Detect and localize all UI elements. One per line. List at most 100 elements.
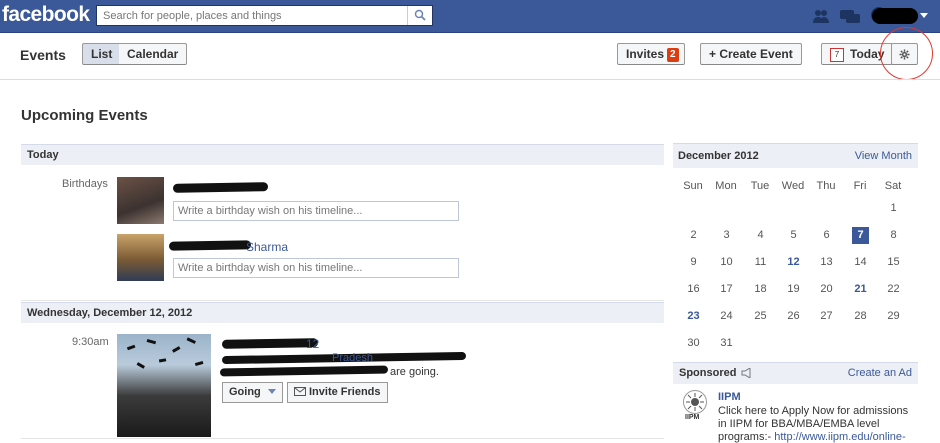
sponsored-header: Sponsored Create an Ad [673,362,918,384]
megaphone-icon [741,368,751,378]
calendar-day[interactable]: 29 [885,308,902,325]
redacted-friend-1-name[interactable] [172,182,269,193]
view-month-link[interactable]: View Month [855,150,912,162]
annotation-circle [880,27,933,80]
calendar-day[interactable]: 21 [852,281,869,298]
going-dropdown-button[interactable]: Going [222,382,283,403]
calendar-day[interactable]: 26 [785,308,802,325]
top-bar: facebook [0,0,940,33]
event-going-text: are going. [390,366,439,378]
going-label: Going [229,386,261,398]
event-title-tail[interactable]: 12 [306,337,319,351]
redacted-username[interactable] [872,8,918,24]
event-location-tail[interactable]: Pradesh [332,352,373,364]
invites-label: Invites [626,47,665,61]
bottom-separator [21,438,664,439]
today-section-header: Today [21,144,664,165]
calendar-day[interactable]: 10 [718,254,735,271]
invite-friends-label: Invite Friends [309,386,381,398]
facebook-logo[interactable]: facebook [2,3,90,27]
calendar-day[interactable]: 15 [885,254,902,271]
ad-body-line-1: Click here to Apply Now for admissions [718,405,909,417]
calendar-month-title: December 2012 [678,150,759,162]
birthdays-label: Birthdays [62,178,108,190]
weekday-header: Sat [884,180,902,192]
calendar-day[interactable]: 13 [818,254,835,271]
calendar-day[interactable]: 6 [818,227,835,244]
calendar-day[interactable]: 25 [752,308,769,325]
redacted-event-title[interactable] [221,338,319,349]
calendar-icon: 7 [830,48,844,62]
calendar-day[interactable]: 3 [718,227,735,244]
calendar-day[interactable]: 8 [885,227,902,244]
create-event-button[interactable]: + Create Event [700,43,802,65]
friend-1-photo[interactable] [117,177,164,224]
redacted-friend-2-name[interactable] [168,240,252,251]
friend-2-photo[interactable] [117,234,164,281]
ad-link[interactable]: http://www.iipm.edu/online- [774,431,905,443]
invites-button[interactable]: Invites 2 [617,43,685,65]
calendar-day[interactable]: 11 [752,254,769,271]
section-separator [21,300,664,301]
calendar-day[interactable]: 4 [752,227,769,244]
weekday-header: Mon [715,180,737,192]
event-time: 9:30am [72,336,109,348]
search-box[interactable] [96,5,433,26]
weekday-header: Wed [781,180,805,192]
page-title: Events [20,47,66,63]
calendar-day[interactable]: 28 [852,308,869,325]
invites-count-badge: 2 [667,48,679,62]
calendar-day[interactable]: 9 [685,254,702,271]
sponsored-label: Sponsored [679,367,737,379]
calendar-day[interactable]: 27 [818,308,835,325]
iipm-logo[interactable] [683,390,707,414]
account-menu-caret-icon[interactable] [920,13,928,18]
calendar-day[interactable]: 1 [885,200,902,217]
calendar-day[interactable]: 23 [685,308,702,325]
calendar-day[interactable]: 12 [785,254,802,271]
calendar-day[interactable]: 24 [718,308,735,325]
create-ad-link[interactable]: Create an Ad [848,367,912,379]
friend-requests-icon[interactable] [812,8,830,27]
list-view-button[interactable]: List [82,43,122,65]
envelope-icon [294,387,306,396]
invite-friends-button[interactable]: Invite Friends [287,382,388,403]
weekday-header: Tue [750,180,770,192]
calendar-day[interactable]: 5 [785,227,802,244]
weekday-header: Fri [853,180,867,192]
calendar-day[interactable]: 22 [885,281,902,298]
calendar-day[interactable]: 2 [685,227,702,244]
birthday-wish-input-2[interactable]: Write a birthday wish on his timeline... [173,258,459,278]
search-button[interactable] [407,6,432,25]
calendar-day[interactable]: 20 [818,281,835,298]
chevron-down-icon [267,389,276,394]
messages-icon[interactable] [839,8,861,27]
calendar-day[interactable]: 14 [852,254,869,271]
ad-body-line-2: in IIPM for BBA/MBA/EMBA level [718,418,880,430]
calendar-day[interactable]: 18 [752,281,769,298]
weekday-header: Thu [816,180,836,192]
upcoming-events-heading: Upcoming Events [21,107,148,124]
event-photo[interactable] [117,334,211,437]
mini-calendar-header: December 2012 View Month [673,143,918,168]
friend-2-name-tail[interactable]: Sharma [246,240,288,254]
calendar-day[interactable]: 7 [852,227,869,244]
calendar-day[interactable]: 30 [685,335,702,352]
calendar-day[interactable]: 19 [785,281,802,298]
weekday-header: Sun [683,180,703,192]
header-divider [0,79,940,80]
iipm-logo-text: IIPM [685,414,700,421]
ad-title[interactable]: IIPM [718,391,741,403]
date-section-header: Wednesday, December 12, 2012 [21,302,664,323]
calendar-day[interactable]: 16 [685,281,702,298]
birthday-wish-input-1[interactable]: Write a birthday wish on his timeline... [173,201,459,221]
ad-body-prefix: programs:- [718,431,772,443]
graduation-caps-icon [126,337,204,369]
search-input[interactable] [97,6,409,25]
calendar-day[interactable]: 17 [718,281,735,298]
redacted-going-friends [219,365,389,377]
calendar-view-button[interactable]: Calendar [119,43,188,65]
calendar-day[interactable]: 31 [718,335,735,352]
sun-emblem-icon [686,393,704,411]
ad-body-line-3: programs:- http://www.iipm.edu/online- [718,431,906,443]
